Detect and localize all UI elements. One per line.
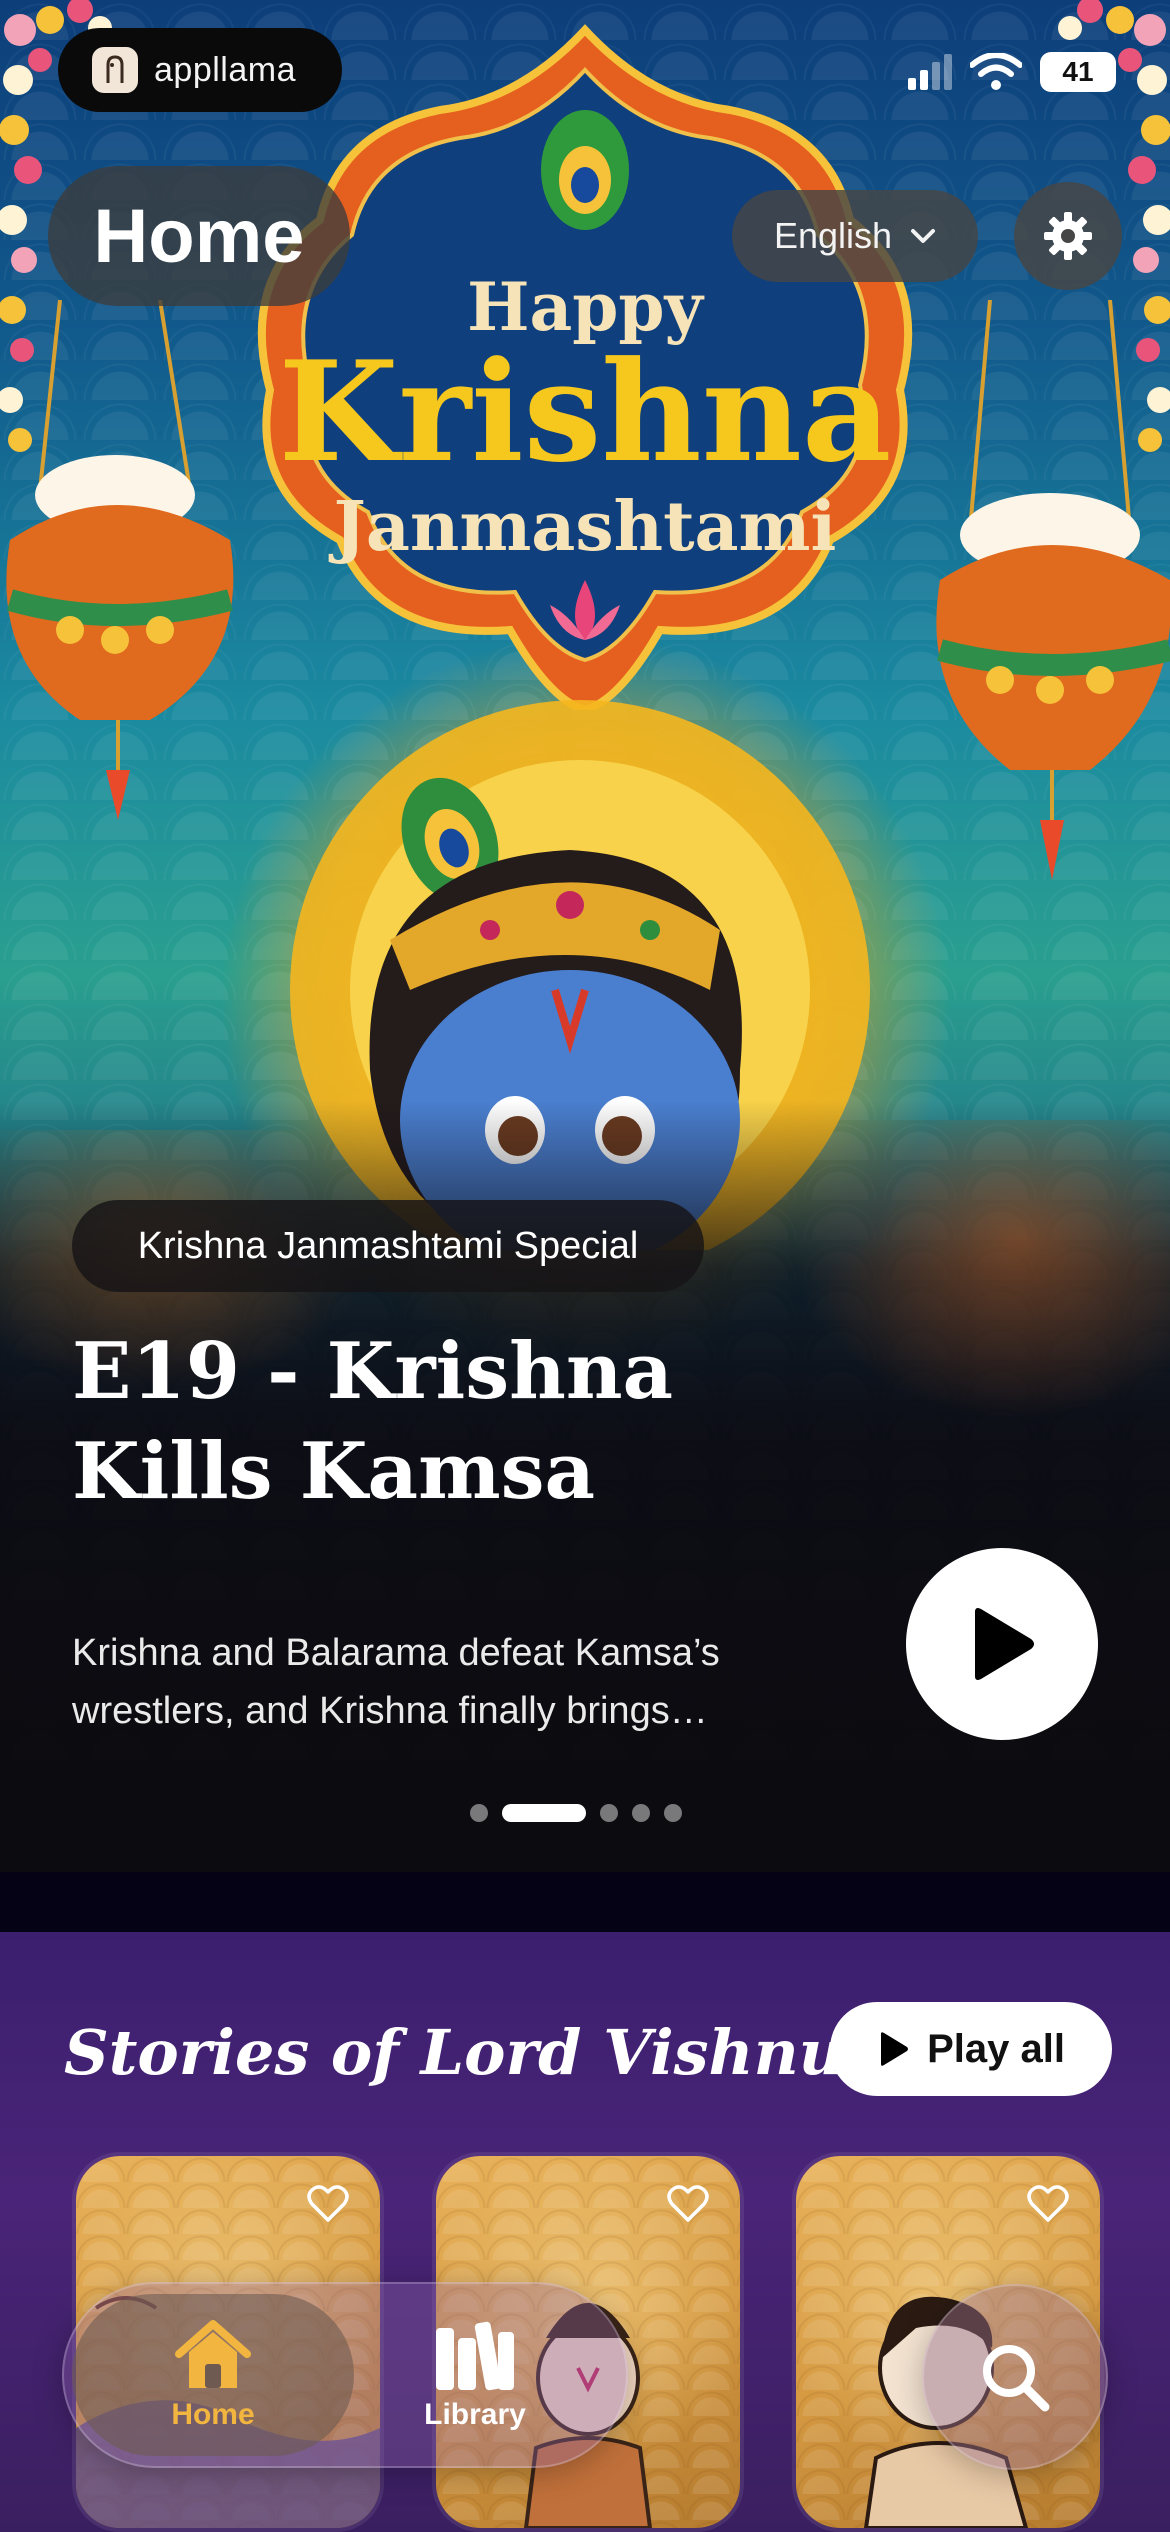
play-episode-button[interactable] (906, 1548, 1098, 1740)
carousel-dot[interactable] (632, 1804, 650, 1822)
language-selector[interactable]: English (732, 190, 978, 282)
tab-home[interactable]: Home (72, 2294, 354, 2456)
janmashtami-emblem: Happy Krishna Janmashtami (257, 24, 913, 710)
category-tag: Krishna Janmashtami Special (72, 1200, 704, 1292)
carousel-indicator (470, 1804, 682, 1822)
appllama-logo-icon (92, 47, 138, 93)
carousel-dot[interactable] (600, 1804, 618, 1822)
butter-pot-right (936, 300, 1170, 880)
books-icon (436, 2321, 514, 2391)
banner-line-krishna: Krishna (279, 330, 892, 493)
banner-line-janmashtami: Janmashtami (329, 487, 837, 567)
glow-right (790, 1120, 1170, 1420)
gear-icon (1044, 212, 1092, 260)
butter-pot-left (6, 300, 234, 820)
tab-library[interactable]: Library (334, 2294, 616, 2456)
search-button[interactable] (922, 2284, 1108, 2470)
page-title: Home (48, 166, 350, 306)
play-icon (881, 2032, 909, 2066)
episode-title[interactable]: E19 - Krishna Kills Kamsa (72, 1322, 832, 1522)
heart-icon[interactable] (306, 2184, 350, 2224)
cellular-signal-icon (908, 54, 952, 90)
status-app-pill: appllama (58, 28, 342, 112)
play-all-label: Play all (927, 2026, 1065, 2071)
settings-button[interactable] (1014, 182, 1122, 290)
hero-divider (0, 1872, 1170, 1932)
heart-icon[interactable] (1026, 2184, 1070, 2224)
language-label: English (773, 215, 893, 256)
peacock-feather-icon (541, 110, 629, 230)
house-icon (175, 2320, 251, 2388)
battery-indicator: 41 (1040, 52, 1116, 92)
carousel-dot[interactable] (664, 1804, 682, 1822)
search-icon (983, 2345, 1050, 2412)
wifi-icon (970, 53, 1022, 90)
episode-description: Krishna and Balarama defeat Kamsa’s wres… (72, 1632, 720, 1732)
play-icon (975, 1608, 1034, 1680)
carousel-dot-active[interactable] (502, 1804, 586, 1822)
section-title: Stories of Lord Vishnu (64, 2016, 844, 2089)
chevron-down-icon (911, 229, 936, 243)
play-all-button[interactable]: Play all (830, 2002, 1112, 2096)
brand-name: appllama (154, 50, 296, 89)
heart-icon[interactable] (666, 2184, 710, 2224)
tab-library-label: Library (424, 2398, 526, 2431)
bottom-tab-bar: Home Library (62, 2282, 628, 2468)
system-status-icons: 41 (908, 52, 1116, 92)
tab-home-label: Home (171, 2398, 255, 2431)
carousel-dot[interactable] (470, 1804, 488, 1822)
